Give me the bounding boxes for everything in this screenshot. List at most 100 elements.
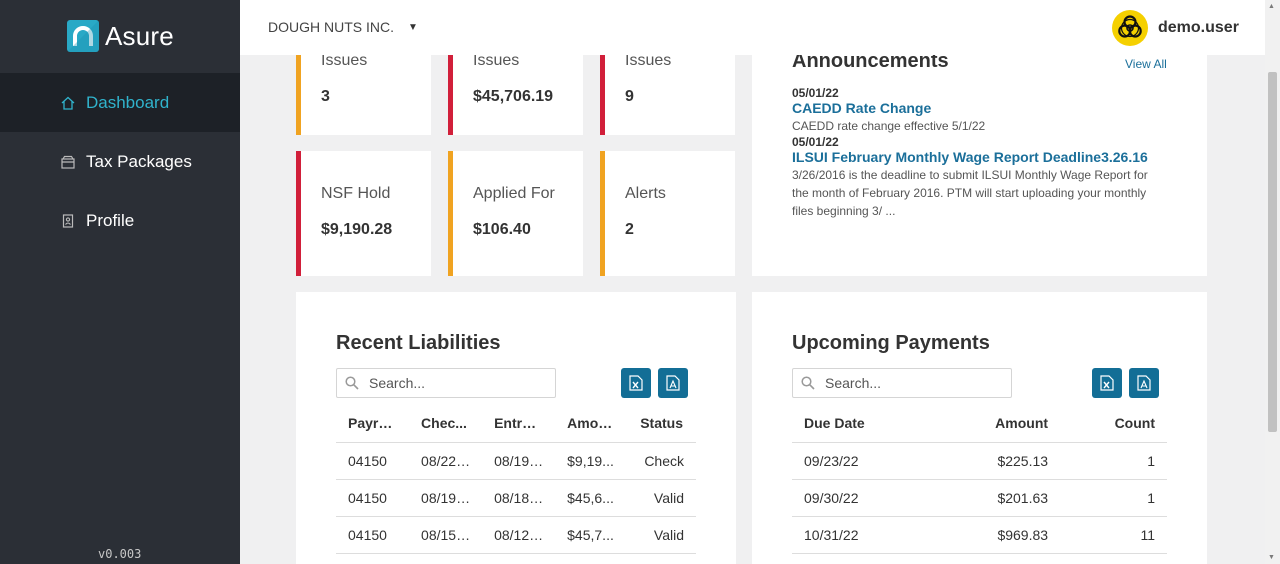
stat-card-issues[interactable]: Issues 3 — [296, 52, 431, 135]
table-row[interactable]: 04150 08/15/22 08/12/22 $45,7... Valid — [336, 516, 696, 554]
upcoming-payments-title: Upcoming Payments — [792, 332, 990, 354]
cell-amount: $969.83 — [932, 516, 1061, 554]
column-header-payroll[interactable]: Payro... — [336, 404, 410, 443]
stat-card-nsf-hold[interactable]: NSF Hold $9,190.28 — [296, 151, 431, 276]
cell-entry-date: 08/18/22 — [482, 479, 556, 517]
payments-search[interactable] — [792, 368, 1012, 398]
announcement-body: CAEDD rate change effective 5/1/22 — [792, 119, 986, 133]
stat-value: 2 — [625, 221, 634, 238]
column-header-count[interactable]: Count — [1060, 404, 1167, 443]
export-pdf-button[interactable] — [658, 368, 688, 398]
biohazard-icon — [1118, 15, 1142, 38]
cell-payroll: 04150 — [336, 516, 410, 554]
sidebar-item-label: Profile — [86, 210, 135, 230]
cell-status: Valid — [628, 479, 696, 517]
search-input[interactable] — [825, 375, 995, 391]
export-pdf-button[interactable] — [1129, 368, 1159, 398]
search-input[interactable] — [369, 375, 539, 391]
announcement-title-link[interactable]: ILSUI February Monthly Wage Report Deadl… — [792, 149, 1148, 165]
sidebar-item-dashboard[interactable]: Dashboard — [0, 73, 240, 132]
sidebar-item-profile[interactable]: Profile — [0, 191, 240, 250]
cell-due-date: 09/30/22 — [792, 479, 933, 517]
cell-entry-date: 08/19/22 — [482, 442, 556, 480]
cell-amount: $225.13 — [932, 442, 1061, 480]
cell-due-date: 10/31/22 — [792, 516, 933, 554]
announcement-title-link[interactable]: CAEDD Rate Change — [792, 100, 931, 116]
profile-badge-icon — [60, 213, 76, 229]
cell-amount: $201.63 — [932, 479, 1061, 517]
stat-value: $45,706.19 — [473, 88, 554, 105]
column-header-check[interactable]: Chec... — [409, 404, 483, 443]
column-header-amount[interactable]: Amount — [932, 404, 1061, 443]
liabilities-search[interactable] — [336, 368, 556, 398]
stat-card-issues-count[interactable]: Issues 9 — [600, 52, 735, 135]
stat-label: NSF Hold — [321, 185, 391, 202]
table-row[interactable]: 04150 08/22/22 08/19/22 $9,19... Check — [336, 442, 696, 480]
stat-card-issues-amount[interactable]: Issues $45,706.19 — [448, 52, 583, 135]
payments-table: Due Date Amount Count 09/23/22 $225.13 1… — [792, 404, 1167, 554]
page-scrollbar[interactable]: ▲ ▼ — [1265, 0, 1280, 564]
stat-value: 3 — [321, 88, 330, 105]
cell-count: 11 — [1060, 516, 1167, 554]
sidebar-item-tax-packages[interactable]: Tax Packages — [0, 132, 240, 191]
cell-payroll: 04150 — [336, 442, 410, 480]
scroll-down-arrow-icon[interactable]: ▼ — [1268, 554, 1275, 561]
company-selector[interactable]: DOUGH NUTS INC. ▼ — [268, 19, 418, 35]
export-excel-button[interactable] — [1092, 368, 1122, 398]
stat-value: 9 — [625, 88, 634, 105]
excel-file-icon — [1100, 375, 1114, 391]
announcement-date: 05/01/22 — [792, 86, 839, 100]
logo-text: Asure — [105, 20, 174, 51]
table-row[interactable]: 09/23/22 $225.13 1 — [792, 442, 1167, 480]
column-header-entry[interactable]: Entry ... — [482, 404, 556, 443]
logo[interactable]: Asure — [67, 20, 174, 52]
export-excel-button[interactable] — [621, 368, 651, 398]
sidebar-nav: Dashboard Tax Packages Profile — [0, 73, 240, 250]
cell-check-date: 08/22/22 — [409, 442, 483, 480]
cell-entry-date: 08/12/22 — [482, 516, 556, 554]
table-row[interactable]: 09/30/22 $201.63 1 — [792, 479, 1167, 517]
view-all-link[interactable]: View All — [1125, 57, 1167, 71]
upcoming-payments-panel: Upcoming Payments Due Date Amount Count … — [752, 292, 1207, 564]
search-icon — [801, 376, 815, 390]
liabilities-table: Payro... Chec... Entry ... Amou... Statu… — [336, 404, 696, 554]
cell-amount: $45,7... — [555, 516, 629, 554]
recent-liabilities-title: Recent Liabilities — [336, 332, 501, 354]
table-header-row: Payro... Chec... Entry ... Amou... Statu… — [336, 404, 696, 443]
excel-file-icon — [629, 375, 643, 391]
announcements-panel: Announcements View All 05/01/22 CAEDD Ra… — [752, 50, 1207, 276]
search-icon — [345, 376, 359, 390]
cell-count: 1 — [1060, 442, 1167, 480]
scrollbar-thumb[interactable] — [1268, 72, 1277, 432]
cell-due-date: 09/23/22 — [792, 442, 933, 480]
package-icon — [60, 154, 76, 170]
stat-card-alerts[interactable]: Alerts 2 — [600, 151, 735, 276]
cell-check-date: 08/19/22 — [409, 479, 483, 517]
home-icon — [60, 95, 76, 111]
table-row[interactable]: 04150 08/19/22 08/18/22 $45,6... Valid — [336, 479, 696, 517]
scroll-up-arrow-icon[interactable]: ▲ — [1268, 3, 1275, 10]
cell-amount: $9,19... — [555, 442, 629, 480]
cell-amount: $45,6... — [555, 479, 629, 517]
stat-value: $9,190.28 — [321, 221, 393, 238]
table-row[interactable]: 10/31/22 $969.83 11 — [792, 516, 1167, 554]
announcement-date: 05/01/22 — [792, 135, 839, 149]
user-menu[interactable]: demo.user — [1112, 10, 1239, 46]
stat-label: Applied For — [473, 185, 555, 202]
version-label: v0.003 — [98, 547, 142, 561]
avatar — [1112, 10, 1148, 46]
chevron-down-icon: ▼ — [408, 21, 418, 33]
username: demo.user — [1158, 19, 1239, 36]
column-header-due-date[interactable]: Due Date — [792, 404, 933, 443]
stat-value: $106.40 — [473, 221, 531, 238]
sidebar-item-label: Tax Packages — [86, 151, 192, 171]
cell-payroll: 04150 — [336, 479, 410, 517]
cell-count: 1 — [1060, 479, 1167, 517]
column-header-status[interactable]: Status — [628, 404, 696, 443]
stat-card-applied-for[interactable]: Applied For $106.40 — [448, 151, 583, 276]
column-header-amount[interactable]: Amou... — [555, 404, 629, 443]
pdf-file-icon — [666, 375, 680, 391]
recent-liabilities-panel: Recent Liabilities Payro... Chec... Entr… — [296, 292, 736, 564]
company-name: DOUGH NUTS INC. — [268, 19, 394, 35]
stat-label: Alerts — [625, 185, 666, 202]
